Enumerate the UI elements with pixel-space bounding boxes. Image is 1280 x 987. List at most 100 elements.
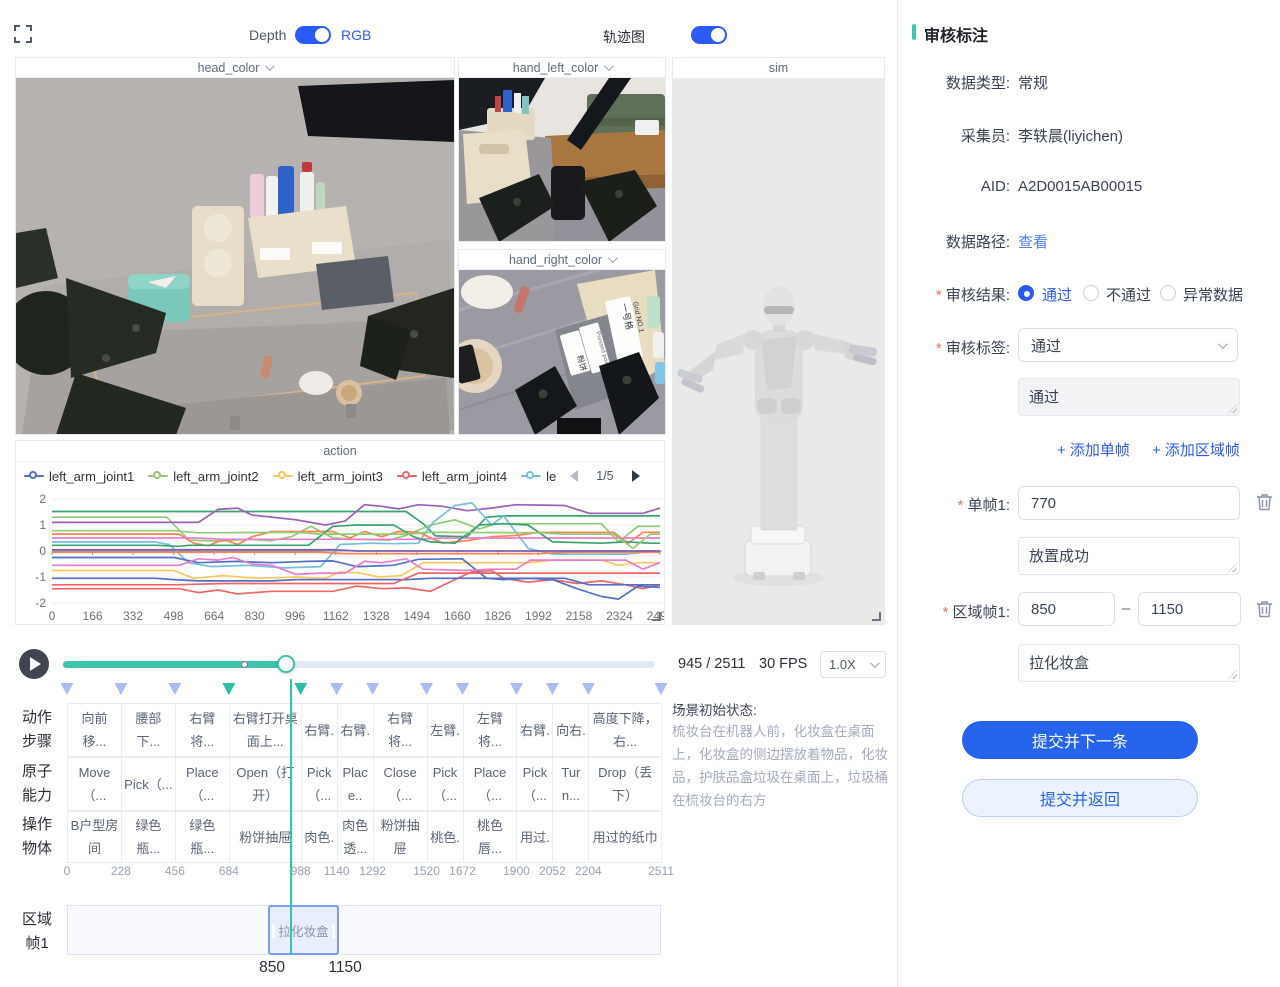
depth-label: Depth (249, 27, 286, 43)
timeline-marker[interactable] (546, 683, 559, 695)
single-frame-comment[interactable]: 放置成功 (1018, 537, 1240, 575)
hand-right-camera-title: hand_right_color (509, 253, 602, 267)
step-cell: 高度下降，右... (588, 703, 662, 757)
legend-item[interactable]: left_arm_joint2 (148, 469, 258, 484)
step-cell: 右臂将... (373, 703, 428, 757)
hand-right-camera-select[interactable]: hand_right_color (459, 250, 665, 270)
hand-left-camera-panel: hand_left_color (458, 57, 666, 242)
radio-pass-label[interactable]: 通过 (1042, 284, 1072, 305)
timeline-marker[interactable] (510, 683, 523, 695)
delete-region-frame-icon[interactable] (1256, 600, 1273, 618)
submit-return-button[interactable]: 提交并返回 (962, 779, 1198, 817)
resize-grip-icon (1228, 670, 1237, 679)
legend-next-page-arrow[interactable] (632, 470, 640, 482)
range-dash: – (1122, 600, 1130, 617)
sim-resize-grip[interactable] (872, 612, 881, 621)
timeline-marker[interactable] (61, 683, 74, 695)
trajectory-toggle[interactable] (691, 26, 727, 44)
step-cell: Pick（... (516, 757, 553, 811)
head-camera-select[interactable]: head_color (16, 58, 454, 78)
playback-speed-value: 1.0X (829, 657, 856, 672)
chart-resize-grip[interactable] (652, 612, 661, 621)
action-chart-panel: action left_arm_joint1left_arm_joint2lef… (15, 440, 665, 625)
timeline-marker[interactable] (582, 683, 595, 695)
x-axis-tick-label: 1992 (525, 609, 552, 623)
legend-prev-page-arrow[interactable] (570, 470, 578, 482)
legend-item[interactable]: left_arm_joint3 (273, 469, 383, 484)
action-chart-title: action (323, 444, 356, 458)
step-cell: 桃色唇... (463, 811, 518, 863)
timeline-marker[interactable] (330, 683, 343, 695)
radio-pass[interactable] (1018, 285, 1034, 301)
region-frame-block[interactable]: 拉化妆盒 (268, 905, 339, 955)
timeline-marker[interactable] (294, 683, 307, 695)
sim-title: sim (769, 61, 788, 75)
chart-legend: left_arm_joint1 left_arm_joint2 left_arm_j… (24, 463, 658, 489)
y-axis-tick-label: 2 (39, 492, 46, 506)
region-end-input[interactable]: 1150 (1138, 592, 1241, 626)
region-start-input[interactable]: 850 (1018, 592, 1115, 626)
step-cell: Place（... (175, 757, 230, 811)
region-start-value: 850 (259, 959, 285, 977)
timeline-marker[interactable] (168, 683, 181, 695)
step-cell: 绿色瓶... (121, 811, 176, 863)
timeline-marker[interactable] (456, 683, 469, 695)
playback-slider-fill (63, 661, 286, 668)
data-type-value: 常规 (1018, 72, 1048, 93)
review-tag-comment[interactable]: 通过 (1018, 378, 1240, 416)
fullscreen-icon[interactable] (13, 24, 33, 44)
radio-fail[interactable] (1083, 285, 1099, 301)
region-track[interactable] (67, 905, 661, 955)
radio-abnormal[interactable] (1160, 285, 1176, 301)
current-frame-line (290, 679, 292, 955)
playback-slider-handle[interactable] (277, 655, 295, 673)
x-axis-tick-label: 996 (285, 609, 305, 623)
x-axis-tick-label: 166 (83, 609, 103, 623)
y-axis-tick-label: 0 (39, 544, 46, 558)
playback-speed-select[interactable]: 1.0X (820, 651, 886, 678)
trajectory-label: 轨迹图 (603, 27, 645, 47)
delete-single-frame-icon[interactable] (1256, 493, 1273, 511)
scene-state-title: 场景初始状态: (672, 699, 757, 719)
series-line (52, 560, 660, 578)
axis-tick-label: 228 (111, 864, 131, 878)
timeline-marker[interactable] (366, 683, 379, 695)
timeline-marker[interactable] (655, 683, 668, 695)
submit-next-button[interactable]: 提交并下一条 (962, 721, 1198, 759)
hand-left-camera-select[interactable]: hand_left_color (459, 58, 665, 78)
axis-tick-label: 456 (165, 864, 185, 878)
playback-slider[interactable] (63, 661, 655, 668)
review-tag-select[interactable]: 通过 (1018, 328, 1238, 362)
add-region-frame-link[interactable]: + 添加区域帧 (1152, 439, 1240, 460)
x-axis-tick-label: 2158 (566, 609, 593, 623)
x-axis-tick-label: 664 (204, 609, 224, 623)
axis-tick-label: 1672 (449, 864, 476, 878)
radio-fail-label[interactable]: 不通过 (1106, 284, 1151, 305)
region-frame-label: 区域帧1: (900, 601, 1010, 622)
region-right-handle[interactable] (332, 924, 335, 938)
add-single-frame-link[interactable]: + 添加单帧 (1057, 439, 1130, 460)
region-frame-comment[interactable]: 拉化妆盒 (1018, 644, 1240, 682)
data-path-label: 数据路径: (900, 231, 1010, 252)
legend-item[interactable]: left_arm_joint4 (397, 469, 507, 484)
timeline-marker[interactable] (420, 683, 433, 695)
chevron-down-icon (608, 253, 618, 263)
depth-rgb-toggle[interactable] (295, 26, 331, 44)
sim-panel: sim (672, 57, 885, 625)
step-cell: Place.. (337, 757, 374, 811)
legend-item[interactable]: left_arm_joint1 (24, 469, 134, 484)
legend-item[interactable]: le (521, 469, 556, 484)
single-frame-slider-dot (241, 661, 248, 668)
sim-robot-image (673, 78, 884, 625)
review-result-label: 审核结果: (900, 284, 1010, 305)
single-frame-input[interactable]: 770 (1018, 486, 1240, 520)
resize-grip-icon (1228, 563, 1237, 572)
timeline-marker[interactable] (222, 683, 235, 695)
timeline-marker[interactable] (114, 683, 127, 695)
data-path-view-link[interactable]: 查看 (1018, 231, 1048, 252)
region-left-handle[interactable] (272, 924, 275, 938)
play-button[interactable] (19, 649, 49, 679)
step-cell: 用过的纸巾 (588, 811, 662, 863)
radio-abnormal-label[interactable]: 异常数据 (1183, 284, 1243, 305)
axis-tick-label: 684 (219, 864, 239, 878)
